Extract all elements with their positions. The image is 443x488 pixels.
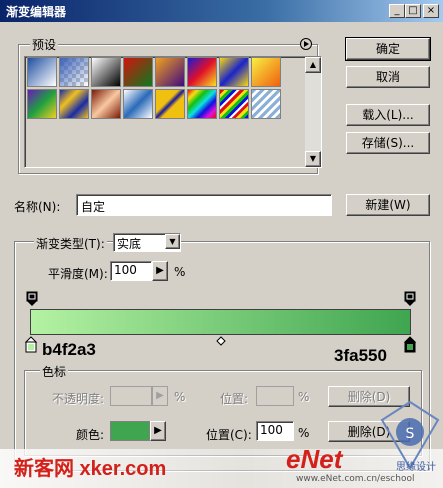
color-arrow-icon[interactable]: ▶ — [150, 421, 166, 441]
color-position-unit: % — [298, 426, 310, 440]
gradient-type-select[interactable]: 实底 ▼ — [113, 233, 181, 252]
scroll-down-icon[interactable]: ▼ — [305, 151, 321, 167]
color-label: 颜色: — [76, 428, 105, 442]
opacity-position-unit: % — [298, 390, 310, 404]
scroll-up-icon[interactable]: ▲ — [305, 57, 321, 73]
preset-swatch[interactable] — [155, 89, 185, 119]
new-button[interactable]: 新建(W) — [346, 194, 430, 216]
preset-swatch[interactable] — [27, 57, 57, 87]
opacity-arrow-icon[interactable]: ▶ — [152, 386, 168, 406]
name-label: 名称(N): — [14, 200, 61, 214]
circle-arrow-icon[interactable] — [300, 38, 312, 50]
preset-swatch[interactable] — [91, 89, 121, 119]
opacity-input[interactable] — [110, 386, 152, 406]
watermark-left: 新客网 xker.com — [14, 458, 167, 480]
opacity-stop-left[interactable] — [26, 291, 38, 307]
smoothness-label: 平滑度(M): — [48, 267, 108, 281]
title-bar — [0, 0, 443, 22]
smoothness-arrow-icon[interactable]: ▶ — [152, 261, 168, 281]
gradient-preview-bar[interactable] — [30, 309, 411, 335]
start-color-note: b4f2a3 — [42, 340, 96, 359]
opacity-unit: % — [174, 390, 186, 404]
maximize-icon: □ — [408, 5, 418, 16]
gradient-type-label: 渐变类型(T): — [34, 235, 107, 252]
midpoint-diamond-icon[interactable] — [216, 336, 226, 346]
preset-swatch[interactable] — [155, 57, 185, 87]
preset-swatch[interactable] — [219, 57, 249, 87]
close-button[interactable]: × — [423, 4, 439, 18]
end-color-note: 3fa550 — [334, 346, 387, 365]
opacity-label: 不透明度: — [52, 392, 105, 406]
gradient-type-value: 实底 — [117, 237, 142, 251]
svg-text:S: S — [406, 426, 415, 442]
preset-swatch[interactable] — [251, 89, 281, 119]
name-input[interactable]: 自定 — [76, 194, 332, 216]
watermark-badge: 思缘设计 — [396, 462, 436, 473]
color-stop-left[interactable] — [25, 336, 37, 354]
maximize-button[interactable]: □ — [405, 4, 421, 18]
save-button[interactable]: 存储(S)... — [346, 132, 430, 154]
preset-swatch[interactable] — [59, 89, 89, 119]
preset-swatch[interactable] — [91, 57, 121, 87]
watermark-url: www.eNet.com.cn/eschool — [296, 474, 415, 484]
minimize-icon: _ — [394, 5, 400, 16]
ok-button[interactable]: 确定 — [345, 37, 431, 61]
smoothness-input[interactable]: 100 — [110, 261, 152, 281]
watermark-right: eNet — [286, 444, 343, 474]
close-icon: × — [426, 5, 436, 16]
presets-scrollbar[interactable]: ▲ ▼ — [305, 57, 321, 167]
preset-swatch[interactable] — [59, 57, 89, 87]
window-title: 渐变编辑器 — [6, 5, 67, 19]
preset-swatch[interactable] — [187, 89, 217, 119]
preset-swatch[interactable] — [219, 89, 249, 119]
preset-swatch[interactable] — [251, 57, 281, 87]
stop-color-swatch[interactable] — [110, 421, 150, 441]
cancel-button[interactable]: 取消 — [346, 66, 430, 88]
load-button[interactable]: 载入(L)... — [346, 104, 430, 126]
presets-label: 预设 — [30, 36, 59, 53]
opacity-position-input[interactable] — [256, 386, 294, 406]
preset-swatch[interactable] — [123, 89, 153, 119]
chevron-down-icon[interactable]: ▼ — [165, 234, 180, 249]
color-stops-group — [24, 370, 422, 456]
opacity-position-label: 位置: — [220, 392, 249, 406]
color-stop-right[interactable] — [404, 336, 416, 354]
preset-swatch[interactable] — [187, 57, 217, 87]
color-stops-legend: 色标 — [40, 363, 69, 380]
color-position-input[interactable]: 100 — [256, 421, 294, 441]
color-position-label: 位置(C): — [206, 428, 252, 442]
opacity-stop-right[interactable] — [404, 291, 416, 307]
minimize-button[interactable]: _ — [389, 4, 405, 18]
preset-swatch[interactable] — [123, 57, 153, 87]
preset-swatch[interactable] — [27, 89, 57, 119]
smoothness-unit: % — [174, 265, 186, 279]
